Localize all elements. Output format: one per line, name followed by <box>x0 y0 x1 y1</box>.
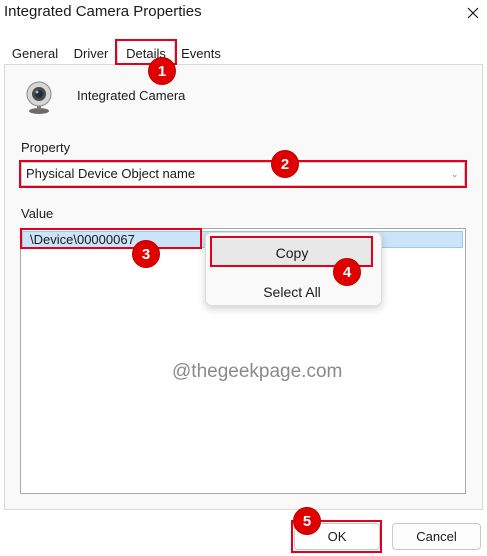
window-title: Integrated Camera Properties <box>4 3 202 20</box>
tab-events[interactable]: Events <box>178 42 224 64</box>
cancel-button[interactable]: Cancel <box>392 523 481 550</box>
step-badge-3: 3 <box>132 240 160 268</box>
property-label: Property <box>21 140 71 155</box>
watermark: @thegeekpage.com <box>172 361 343 382</box>
value-list-item-text: \Device\00000067 <box>30 232 135 247</box>
value-label: Value <box>21 206 54 221</box>
step-badge-5: 5 <box>293 507 321 535</box>
webcam-icon <box>26 81 52 114</box>
step-badge-2: 2 <box>271 150 299 178</box>
tab-general[interactable]: General <box>6 42 64 64</box>
device-name: Integrated Camera <box>77 88 186 103</box>
close-button[interactable] <box>458 0 487 26</box>
chevron-down-icon: ⌄ <box>451 169 459 179</box>
close-icon <box>467 7 478 19</box>
step-badge-1: 1 <box>148 57 176 85</box>
property-selected-value: Physical Device Object name <box>26 166 196 181</box>
step-badge-4: 4 <box>333 258 361 286</box>
tab-driver[interactable]: Driver <box>70 42 112 64</box>
